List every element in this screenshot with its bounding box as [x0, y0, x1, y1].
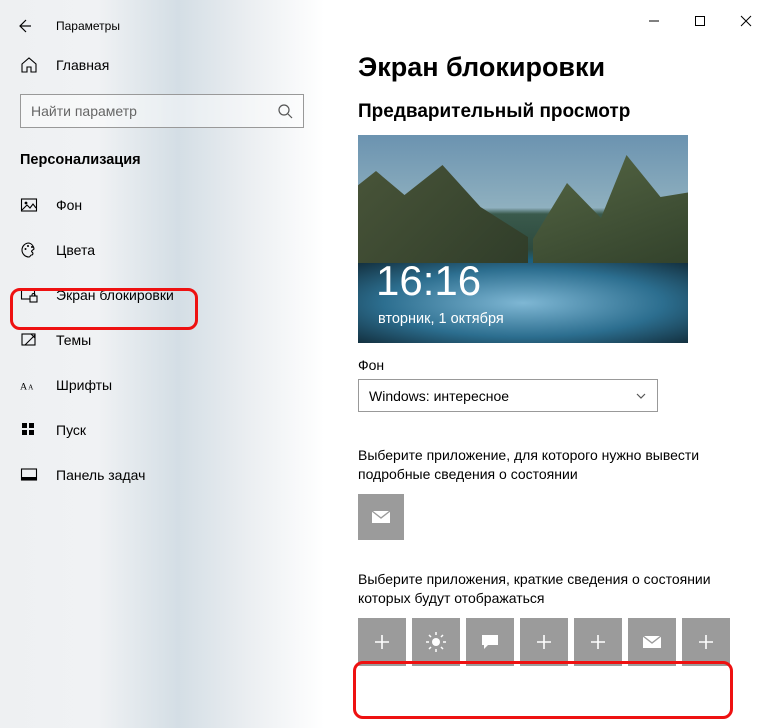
themes-icon: [20, 331, 38, 349]
mail-icon: [369, 505, 393, 529]
home-label: Главная: [56, 57, 109, 73]
titlebar-left: Параметры: [0, 8, 324, 44]
background-dropdown[interactable]: Windows: интересное: [358, 379, 658, 412]
back-button[interactable]: [4, 8, 44, 44]
preview-time: 16:16: [376, 257, 481, 305]
quick-tile-add[interactable]: [682, 618, 730, 666]
minimize-button[interactable]: [631, 6, 677, 36]
quick-tile-add[interactable]: [574, 618, 622, 666]
palette-icon: [20, 241, 38, 259]
quick-tile-mail[interactable]: [628, 618, 676, 666]
background-label: Фон: [358, 357, 741, 373]
picture-icon: [20, 196, 38, 214]
sidebar: Параметры Главная Персонализация Фон: [0, 0, 324, 728]
quick-tile-add[interactable]: [520, 618, 568, 666]
svg-text:A: A: [28, 383, 34, 391]
plus-icon: [372, 632, 392, 652]
fonts-icon: AA: [20, 376, 38, 394]
plus-icon: [534, 632, 554, 652]
mail-icon: [640, 630, 664, 654]
taskbar-icon: [20, 466, 38, 484]
sidebar-item-taskbar[interactable]: Панель задач: [0, 452, 324, 497]
search-input[interactable]: [31, 103, 277, 119]
quick-status-label: Выберите приложения, краткие сведения о …: [358, 570, 741, 608]
quick-tile-chat[interactable]: [466, 618, 514, 666]
sidebar-item-label: Экран блокировки: [56, 287, 174, 303]
close-button[interactable]: [723, 6, 769, 36]
main-panel: Экран блокировки Предварительный просмот…: [324, 0, 769, 728]
search-icon: [277, 103, 293, 119]
dropdown-value: Windows: интересное: [369, 388, 509, 404]
sidebar-item-fonts[interactable]: AA Шрифты: [0, 362, 324, 407]
quick-status-tiles: [358, 618, 741, 666]
sidebar-item-colors[interactable]: Цвета: [0, 227, 324, 272]
svg-text:A: A: [20, 381, 28, 392]
sun-icon: [425, 631, 447, 653]
sidebar-item-lockscreen[interactable]: Экран блокировки: [0, 272, 324, 317]
sidebar-item-label: Панель задач: [56, 467, 145, 483]
lockscreen-icon: [20, 286, 38, 304]
quick-tile-weather[interactable]: [412, 618, 460, 666]
plus-icon: [696, 632, 716, 652]
window-title: Параметры: [44, 19, 120, 33]
plus-icon: [588, 632, 608, 652]
start-icon: [20, 421, 38, 439]
chevron-down-icon: [635, 390, 647, 402]
home-icon: [20, 56, 38, 74]
detailed-status-app-tile[interactable]: [358, 494, 404, 540]
lockscreen-preview: 16:16 вторник, 1 октября: [358, 135, 688, 343]
sidebar-item-label: Шрифты: [56, 377, 112, 393]
sidebar-item-label: Темы: [56, 332, 91, 348]
sidebar-item-label: Фон: [56, 197, 82, 213]
preview-heading: Предварительный просмотр: [358, 101, 741, 123]
home-nav[interactable]: Главная: [0, 44, 324, 86]
quick-tile-add[interactable]: [358, 618, 406, 666]
sidebar-item-label: Пуск: [56, 422, 86, 438]
sidebar-item-label: Цвета: [56, 242, 95, 258]
preview-date: вторник, 1 октября: [378, 311, 504, 327]
search-box[interactable]: [20, 94, 304, 128]
chat-icon: [479, 631, 501, 653]
sidebar-item-start[interactable]: Пуск: [0, 407, 324, 452]
section-header: Персонализация: [0, 146, 324, 182]
page-title: Экран блокировки: [324, 38, 769, 101]
sidebar-item-themes[interactable]: Темы: [0, 317, 324, 362]
window-controls: [324, 0, 769, 38]
sidebar-item-background[interactable]: Фон: [0, 182, 324, 227]
detailed-status-label: Выберите приложение, для которого нужно …: [358, 446, 741, 484]
maximize-button[interactable]: [677, 6, 723, 36]
